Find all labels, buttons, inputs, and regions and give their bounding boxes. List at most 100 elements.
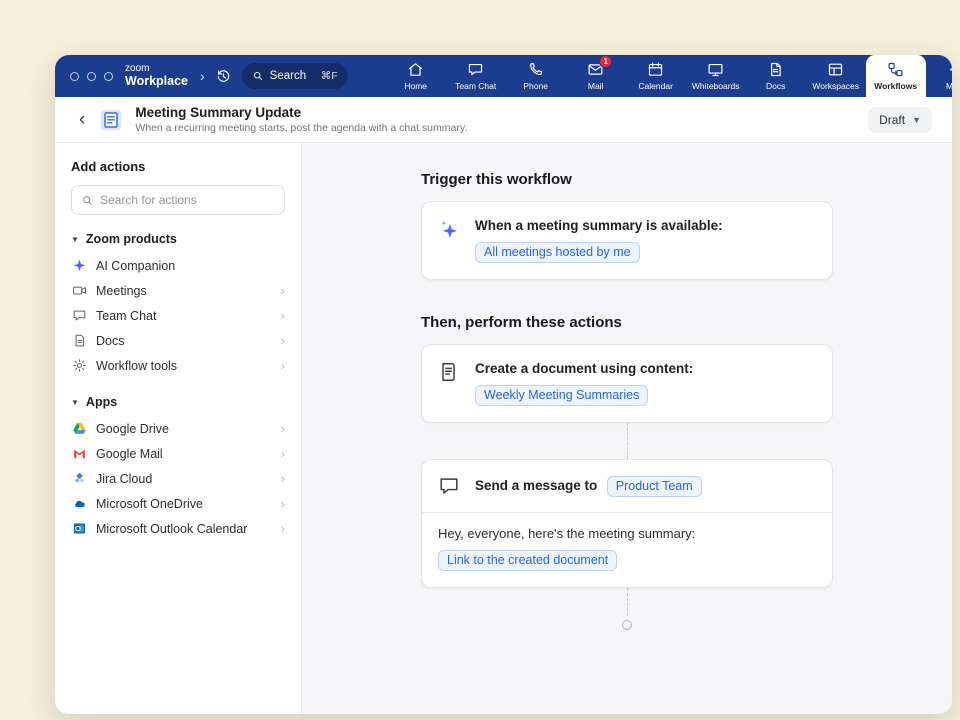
section-apps[interactable]: ▼ Apps bbox=[71, 395, 285, 409]
actions-sidebar: Add actions ▼ Zoom products AI Companion… bbox=[55, 143, 302, 714]
chat-bubble-icon bbox=[438, 475, 460, 497]
google-drive-icon bbox=[71, 421, 87, 437]
triangle-down-icon: ▼ bbox=[71, 398, 79, 407]
search-shortcut: ⌘F bbox=[321, 70, 338, 82]
trigger-text: When a meeting summary is available: bbox=[475, 218, 723, 233]
chevron-right-icon: › bbox=[281, 521, 285, 536]
home-icon bbox=[407, 61, 424, 78]
history-icon bbox=[215, 68, 232, 85]
trigger-scope-pill[interactable]: All meetings hosted by me bbox=[475, 242, 640, 263]
window-control-dot[interactable] bbox=[70, 72, 79, 81]
window-control-dot[interactable] bbox=[87, 72, 96, 81]
sidebar-title: Add actions bbox=[71, 159, 285, 174]
sidebar-item-workflow-tools[interactable]: Workflow tools › bbox=[71, 353, 285, 378]
brand-workplace: Workplace bbox=[125, 75, 188, 88]
more-dots-icon bbox=[947, 61, 952, 78]
section-zoom-products[interactable]: ▼ Zoom products bbox=[71, 232, 285, 246]
nav-item-workflows[interactable]: Workflows bbox=[866, 55, 926, 97]
history-button[interactable] bbox=[215, 68, 232, 85]
create-document-content: Create a document using content: Weekly … bbox=[475, 361, 693, 406]
ai-sparkle-icon bbox=[438, 218, 460, 240]
top-navigation-bar: zoom Workplace › Search ⌘F Home Team Cha… bbox=[55, 55, 952, 97]
workflow-icon bbox=[98, 107, 124, 133]
chevron-right-icon: › bbox=[281, 333, 285, 348]
actions-heading: Then, perform these actions bbox=[421, 314, 833, 331]
nav-item-docs[interactable]: Docs bbox=[746, 55, 806, 97]
chevron-right-icon: › bbox=[281, 358, 285, 373]
trigger-card-content: When a meeting summary is available: All… bbox=[475, 218, 723, 263]
trigger-card[interactable]: When a meeting summary is available: All… bbox=[421, 201, 833, 280]
workflow-header: ‹ Meeting Summary Update When a recurrin… bbox=[55, 97, 952, 143]
workflow-title: Meeting Summary Update bbox=[135, 105, 467, 120]
topbar-left-cluster: zoom Workplace › Search ⌘F bbox=[55, 55, 360, 97]
nav-item-calendar[interactable]: Calendar bbox=[626, 55, 686, 97]
workflow-tools-gear-icon bbox=[71, 358, 87, 374]
window-control-dot[interactable] bbox=[104, 72, 113, 81]
chevron-right-icon: › bbox=[281, 496, 285, 511]
search-label: Search bbox=[270, 70, 306, 82]
chevron-down-icon: ▼ bbox=[912, 115, 921, 125]
nav-item-more[interactable]: More bbox=[926, 55, 952, 97]
send-message-header: Send a message to Product Team bbox=[422, 460, 832, 513]
nav-item-mail[interactable]: 1 Mail bbox=[566, 55, 626, 97]
meetings-icon bbox=[71, 283, 87, 299]
workflow-column: Trigger this workflow When a meeting sum… bbox=[421, 171, 833, 714]
draft-status-label: Draft bbox=[879, 113, 905, 127]
actions-search-input[interactable] bbox=[100, 193, 275, 207]
back-button[interactable]: ‹ bbox=[77, 110, 87, 129]
sidebar-item-ai-companion[interactable]: AI Companion bbox=[71, 253, 285, 278]
window-controls bbox=[70, 72, 113, 81]
nav-item-phone[interactable]: Phone bbox=[506, 55, 566, 97]
sidebar-item-microsoft-onedrive[interactable]: Microsoft OneDrive › bbox=[71, 491, 285, 516]
create-document-text: Create a document using content: bbox=[475, 361, 693, 376]
outlook-calendar-icon bbox=[71, 521, 87, 537]
jira-cloud-icon bbox=[71, 471, 87, 487]
sidebar-item-docs[interactable]: Docs › bbox=[71, 328, 285, 353]
send-message-row: Send a message to Product Team bbox=[475, 476, 702, 497]
chevron-right-icon: › bbox=[281, 283, 285, 298]
search-icon bbox=[81, 194, 94, 207]
team-chat-icon bbox=[467, 61, 484, 78]
sidebar-item-microsoft-outlook-calendar[interactable]: Microsoft Outlook Calendar › bbox=[71, 516, 285, 541]
sidebar-item-jira-cloud[interactable]: Jira Cloud › bbox=[71, 466, 285, 491]
calendar-icon bbox=[647, 61, 664, 78]
ai-companion-icon bbox=[71, 258, 87, 274]
sidebar-item-google-drive[interactable]: Google Drive › bbox=[71, 416, 285, 441]
primary-nav-tabs: Home Team Chat Phone 1 Mail Calendar bbox=[386, 55, 952, 97]
onedrive-icon bbox=[71, 496, 87, 512]
document-icon bbox=[438, 361, 460, 383]
workflow-canvas: Trigger this workflow When a meeting sum… bbox=[302, 143, 952, 714]
workflow-subtitle: When a recurring meeting starts, post th… bbox=[135, 122, 467, 134]
collapse-chevron-icon[interactable]: › bbox=[200, 68, 205, 84]
dashed-connector bbox=[627, 423, 628, 459]
phone-icon bbox=[527, 61, 544, 78]
document-link-pill[interactable]: Link to the created document bbox=[438, 550, 617, 571]
workspaces-icon bbox=[827, 61, 844, 78]
nav-item-whiteboards[interactable]: Whiteboards bbox=[686, 55, 746, 97]
sidebar-item-team-chat[interactable]: Team Chat › bbox=[71, 303, 285, 328]
sidebar-item-meetings[interactable]: Meetings › bbox=[71, 278, 285, 303]
sidebar-item-google-mail[interactable]: Google Mail › bbox=[71, 441, 285, 466]
message-body: Hey, everyone, here's the meeting summar… bbox=[422, 513, 832, 587]
draft-status-dropdown[interactable]: Draft ▼ bbox=[868, 107, 932, 133]
create-document-card[interactable]: Create a document using content: Weekly … bbox=[421, 344, 833, 423]
nav-item-team-chat[interactable]: Team Chat bbox=[446, 55, 506, 97]
trigger-heading: Trigger this workflow bbox=[421, 171, 833, 188]
send-message-card[interactable]: Send a message to Product Team Hey, ever… bbox=[421, 459, 833, 588]
whiteboards-icon bbox=[707, 61, 724, 78]
chevron-right-icon: › bbox=[281, 471, 285, 486]
workflow-end-node bbox=[622, 620, 632, 630]
global-search-button[interactable]: Search ⌘F bbox=[242, 63, 348, 89]
message-body-text: Hey, everyone, here's the meeting summar… bbox=[438, 526, 816, 541]
dashed-connector bbox=[627, 588, 628, 616]
recipient-pill[interactable]: Product Team bbox=[607, 476, 702, 497]
chevron-right-icon: › bbox=[281, 446, 285, 461]
document-content-pill[interactable]: Weekly Meeting Summaries bbox=[475, 385, 648, 406]
nav-item-home[interactable]: Home bbox=[386, 55, 446, 97]
nav-item-workspaces[interactable]: Workspaces bbox=[806, 55, 866, 97]
triangle-down-icon: ▼ bbox=[71, 235, 79, 244]
mail-icon: 1 bbox=[587, 61, 604, 78]
actions-search-box bbox=[71, 185, 285, 215]
search-icon bbox=[252, 70, 264, 82]
zoom-workplace-logo: zoom Workplace bbox=[125, 64, 188, 88]
